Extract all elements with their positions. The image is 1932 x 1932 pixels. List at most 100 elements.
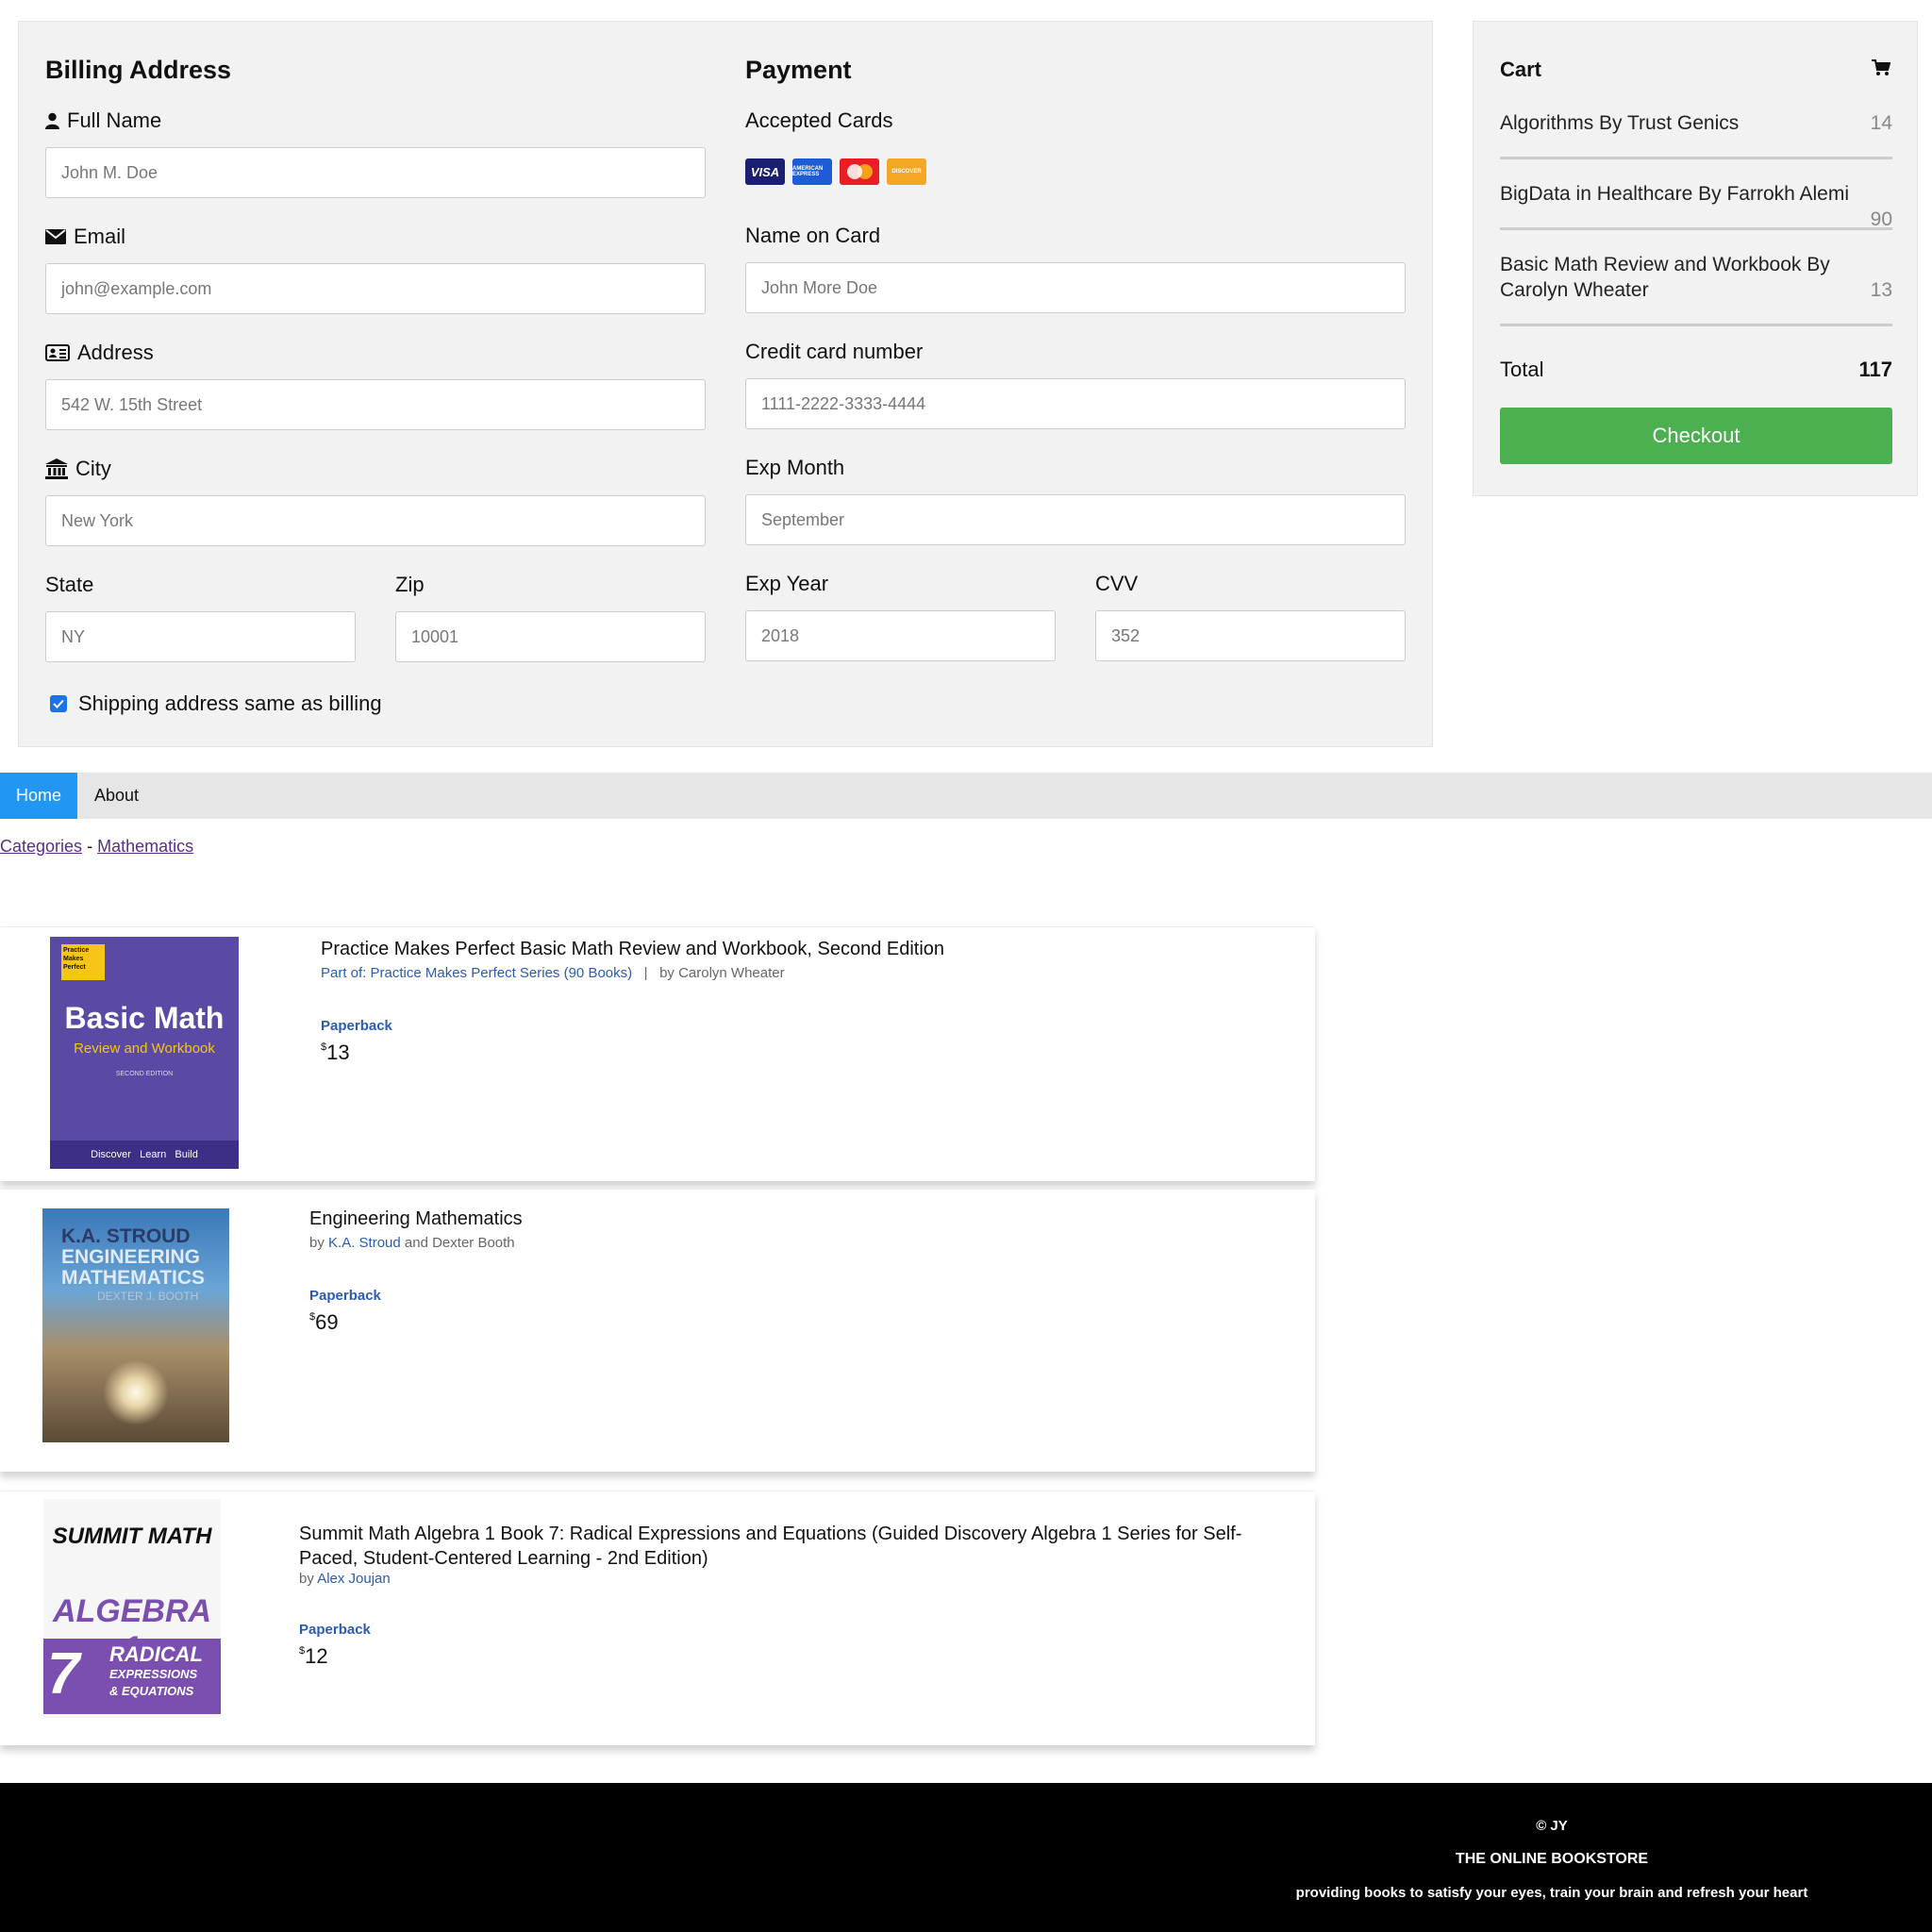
book-author[interactable]: Carolyn Wheater (678, 965, 785, 981)
envelope-icon (45, 229, 66, 244)
book-cover-image[interactable]: SUMMIT MATH ALGEBRA 1 7 RADICAL EXPRESSI… (43, 1499, 221, 1718)
cvv-label: CVV (1095, 572, 1139, 595)
book-card[interactable]: SUMMIT MATH ALGEBRA 1 7 RADICAL EXPRESSI… (0, 1491, 1315, 1745)
cover-footer: Discover Learn Build (50, 1141, 239, 1169)
book-format[interactable]: Paperback (321, 1018, 392, 1034)
book-meta: Part of: Practice Makes Perfect Series (… (321, 965, 785, 981)
cover-line-1: K.A. STROUD (61, 1225, 191, 1247)
cover-line-2: ENGINEERING (61, 1246, 201, 1268)
city-input[interactable]: New York (45, 495, 706, 546)
shipping-same-checkbox[interactable]: Shipping address same as billing (50, 691, 382, 716)
cover-topic-1: RADICAL (109, 1642, 203, 1666)
book-card[interactable]: K.A. STROUD ENGINEERING MATHEMATICS DEXT… (0, 1189, 1315, 1472)
cart-item-name[interactable]: BigData in Healthcare By Farrokh Alemi (1500, 181, 1892, 207)
book-format[interactable]: Paperback (309, 1288, 381, 1304)
card-number-label: Credit card number (745, 340, 924, 363)
card-number-input[interactable]: 1111-2222-3333-4444 (745, 378, 1406, 429)
cart-total-value: 117 (1858, 358, 1893, 381)
footer-tagline: providing books to satisfy your eyes, tr… (1295, 1885, 1808, 1901)
cart-item: Algorithms By Trust Genics 14 (1500, 110, 1892, 136)
address-input[interactable]: 542 W. 15th Street (45, 379, 706, 430)
book-price: $13 (321, 1041, 350, 1065)
state-input[interactable]: NY (45, 611, 356, 662)
book-cover-image[interactable]: K.A. STROUD ENGINEERING MATHEMATICS DEXT… (42, 1208, 229, 1442)
checkout-button[interactable]: Checkout (1500, 408, 1892, 464)
cart-item-qty: 14 (1870, 112, 1892, 134)
institution-icon (45, 458, 68, 479)
cover-line-3: MATHEMATICS (61, 1267, 206, 1289)
cover-badge: Practice Makes Perfect (61, 944, 105, 980)
book-price-value: 69 (315, 1310, 339, 1334)
cart-divider (1500, 227, 1892, 230)
name-on-card-input[interactable]: John More Doe (745, 262, 1406, 313)
state-label: State (45, 573, 94, 596)
cvv-input[interactable]: 352 (1095, 610, 1406, 661)
footer: © JY THE ONLINE BOOKSTORE providing book… (0, 1783, 1932, 1932)
exp-month-label: Exp Month (745, 456, 845, 479)
zip-input[interactable]: 10001 (395, 611, 706, 662)
cart-item-name[interactable]: Basic Math Review and Workbook By Caroly… (1500, 252, 1892, 303)
cart-panel: Cart Algorithms By Trust Genics 14 BigDa… (1473, 21, 1918, 496)
payment-title: Payment (745, 56, 852, 84)
breadcrumb-categories[interactable]: Categories (0, 837, 82, 856)
cart-item-name[interactable]: Algorithms By Trust Genics (1500, 110, 1892, 136)
cover-number: 7 (47, 1641, 80, 1707)
book-card[interactable]: Practice Makes Perfect Basic Math Review… (0, 926, 1315, 1181)
book-series[interactable]: Part of: Practice Makes Perfect Series (… (321, 965, 632, 981)
billing-title: Billing Address (45, 56, 232, 84)
book-price-value: 12 (305, 1644, 328, 1668)
cover-topic-2: EXPRESSIONS (109, 1667, 198, 1681)
cart-total-label: Total (1500, 358, 1544, 381)
shipping-same-label: Shipping address same as billing (78, 691, 382, 715)
cart-item-qty: 13 (1870, 279, 1892, 301)
breadcrumb-separator: - (87, 837, 93, 856)
footer-copyright: © JY (1536, 1818, 1568, 1834)
cart-divider (1500, 157, 1892, 159)
full-name-label-text: Full Name (67, 108, 162, 132)
cover-line-4: DEXTER J. BOOTH (97, 1290, 199, 1303)
exp-year-label: Exp Year (745, 572, 829, 595)
full-name-input[interactable]: John M. Doe (45, 147, 706, 198)
checkout-form: Billing Address Full Name John M. Doe Em… (18, 21, 1433, 747)
book-author[interactable]: K.A. Stroud (328, 1235, 401, 1251)
email-label: Email (45, 225, 125, 249)
book-format[interactable]: Paperback (299, 1622, 371, 1638)
book-cover-image[interactable]: Practice Makes Perfect Basic Math Review… (50, 937, 239, 1169)
cart-title: Cart (1500, 58, 1542, 81)
book-title[interactable]: Practice Makes Perfect Basic Math Review… (321, 937, 944, 961)
cover-subtitle: Review and Workbook (74, 1041, 215, 1057)
cart-item: BigData in Healthcare By Farrokh Alemi 9… (1500, 181, 1892, 230)
accepted-cards: VISA AMERICAN EXPRESS DISCOVER (745, 158, 926, 185)
nav-about[interactable]: About (94, 773, 139, 819)
email-input[interactable]: john@example.com (45, 263, 706, 314)
cover-edition: SECOND EDITION (115, 1071, 174, 1077)
address-label-text: Address (77, 341, 154, 364)
name-on-card-label: Name on Card (745, 224, 881, 247)
zip-label: Zip (395, 573, 425, 596)
nav-home[interactable]: Home (0, 773, 77, 819)
book-by: by (659, 965, 675, 981)
book-author[interactable]: Alex Joujan (317, 1571, 391, 1587)
book-price: $12 (299, 1644, 328, 1669)
book-coauthor: and Dexter Booth (404, 1235, 515, 1251)
address-card-icon (45, 344, 70, 361)
exp-month-input[interactable]: September (745, 494, 1406, 545)
book-title[interactable]: Engineering Mathematics (309, 1207, 523, 1231)
amex-card-icon: AMERICAN EXPRESS (792, 158, 832, 185)
book-by: by (299, 1571, 314, 1587)
cover-sun-graphic (103, 1359, 169, 1425)
book-meta: by Alex Joujan (299, 1571, 391, 1587)
city-label-text: City (75, 457, 111, 480)
book-meta: by K.A. Stroud and Dexter Booth (309, 1235, 515, 1251)
exp-year-input[interactable]: 2018 (745, 610, 1056, 661)
accepted-cards-label: Accepted Cards (745, 108, 893, 132)
checkbox-checked-icon[interactable] (50, 695, 67, 712)
breadcrumb-mathematics[interactable]: Mathematics (97, 837, 193, 856)
book-title[interactable]: Summit Math Algebra 1 Book 7: Radical Ex… (299, 1522, 1242, 1571)
top-nav: Home About (0, 773, 1932, 819)
cover-title: Basic Math (64, 1001, 225, 1035)
email-label-text: Email (74, 225, 126, 248)
book-by: by (309, 1235, 325, 1251)
user-icon (45, 112, 59, 129)
shopping-cart-icon (1872, 59, 1890, 75)
